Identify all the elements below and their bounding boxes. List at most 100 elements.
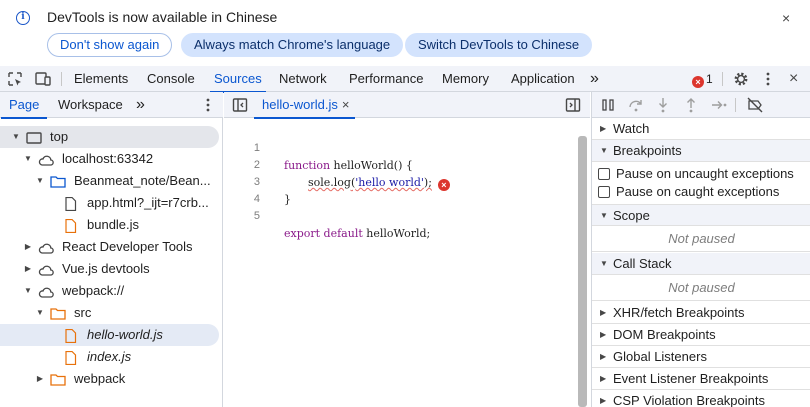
editor-tab-hello-world[interactable]: hello-world.js ×: [253, 92, 356, 119]
section-xhr-breakpoints[interactable]: ▶ XHR/fetch Breakpoints: [592, 302, 810, 324]
tree-item-hello-world-js[interactable]: hello-world.js: [0, 324, 219, 346]
infobar-close-icon[interactable]: ×: [782, 9, 790, 27]
expand-arrow-icon: ▼: [24, 286, 32, 295]
tab-elements[interactable]: Elements: [74, 66, 128, 92]
collapse-arrow-icon: ▶: [600, 352, 607, 361]
tab-page[interactable]: Page: [0, 92, 48, 119]
error-count: 1: [706, 72, 713, 86]
tree-item-webpack-folder[interactable]: ▶ webpack: [0, 368, 219, 390]
tree-item-label: Beanmeat_note/Bean...: [74, 173, 211, 188]
source-editor: hello-world.js × 1 function helloWorld() …: [224, 92, 590, 407]
settings-gear-icon[interactable]: [732, 70, 750, 88]
script-file-icon: [63, 350, 79, 366]
deactivate-breakpoints-icon[interactable]: [746, 96, 764, 114]
tab-console[interactable]: Console: [147, 66, 195, 92]
expand-arrow-icon: ▼: [600, 146, 608, 155]
dont-show-again-button[interactable]: Don't show again: [47, 33, 173, 57]
checkbox-label: Pause on uncaught exceptions: [616, 166, 794, 181]
tree-item-src-folder[interactable]: ▼ src: [0, 302, 219, 324]
section-breakpoints[interactable]: ▼ Breakpoints: [592, 140, 810, 162]
toggle-navigator-icon[interactable]: [231, 96, 249, 114]
section-event-listener-breakpoints[interactable]: ▶ Event Listener Breakpoints: [592, 368, 810, 390]
step-icon[interactable]: [710, 96, 728, 114]
section-call-stack[interactable]: ▼ Call Stack: [592, 253, 810, 275]
expand-arrow-icon: ▼: [600, 211, 608, 220]
tree-item-label: React Developer Tools: [62, 239, 193, 254]
editor-tab-close-icon[interactable]: ×: [342, 97, 350, 112]
pause-caught-row[interactable]: Pause on caught exceptions: [592, 183, 810, 201]
pause-uncaught-checkbox[interactable]: [598, 168, 610, 180]
navigator-more-icon[interactable]: »: [136, 92, 145, 118]
section-title: Call Stack: [613, 256, 672, 271]
kebab-menu-icon[interactable]: [759, 70, 777, 88]
tree-item-react-devtools[interactable]: ▶ React Developer Tools: [0, 236, 219, 258]
pause-caught-checkbox[interactable]: [598, 186, 610, 198]
code-keyword: export default: [284, 227, 363, 240]
language-infobar: i DevTools is now available in Chinese ×…: [0, 0, 810, 66]
tree-item-app-html[interactable]: app.html?_ijt=r7crb...: [0, 192, 219, 214]
code-line[interactable]: 1 function helloWorld() {: [224, 123, 576, 172]
section-title: Scope: [613, 208, 650, 223]
section-scope[interactable]: ▼ Scope: [592, 204, 810, 226]
tree-item-localhost[interactable]: ▼ localhost:63342: [0, 148, 219, 170]
cloud-icon: [38, 284, 54, 298]
tree-item-beanmeat-folder[interactable]: ▼ Beanmeat_note/Bean...: [0, 170, 219, 192]
debugger-toolbar-divider: [735, 98, 736, 112]
debugger-sidebar: ▶ Watch ▼ Breakpoints Pause on uncaught …: [591, 92, 810, 407]
toggle-debugger-icon[interactable]: [564, 96, 582, 114]
step-into-icon[interactable]: [654, 96, 672, 114]
tab-network[interactable]: Network: [279, 66, 327, 92]
tree-item-label: webpack: [74, 371, 126, 386]
pause-uncaught-row[interactable]: Pause on uncaught exceptions: [592, 165, 810, 183]
tab-memory[interactable]: Memory: [442, 66, 489, 92]
section-global-listeners[interactable]: ▶ Global Listeners: [592, 346, 810, 368]
tree-item-webpack-origin[interactable]: ▼ webpack://: [0, 280, 219, 302]
code-line[interactable]: 5 export default helloWorld;: [224, 191, 576, 240]
navigator-tabs: Page Workspace »: [0, 92, 223, 119]
main-toolbar: Elements Console Sources Network Perform…: [0, 66, 810, 93]
checkbox-label: Pause on caught exceptions: [616, 184, 780, 199]
switch-to-chinese-button[interactable]: Switch DevTools to Chinese: [405, 33, 593, 57]
code-rest: helloWorld;: [362, 227, 431, 240]
section-dom-breakpoints[interactable]: ▶ DOM Breakpoints: [592, 324, 810, 346]
section-watch[interactable]: ▶ Watch: [592, 118, 810, 140]
tree-item-index-js[interactable]: index.js: [0, 346, 219, 368]
line-number[interactable]: 5: [224, 208, 260, 225]
editor-scrollbar[interactable]: [578, 136, 587, 407]
tab-sources[interactable]: Sources: [210, 66, 266, 93]
section-title: Breakpoints: [613, 143, 682, 158]
code-text: export default helloWorld;: [284, 225, 430, 242]
script-file-icon: [63, 218, 79, 234]
cloud-icon: [38, 240, 54, 254]
expand-arrow-icon: ▼: [24, 154, 32, 163]
tab-application[interactable]: Application: [511, 66, 575, 92]
code-line[interactable]: 3 }: [224, 157, 576, 206]
code-line[interactable]: 4: [224, 174, 576, 205]
tab-workspace[interactable]: Workspace: [58, 92, 123, 118]
info-icon: i: [16, 11, 30, 25]
step-over-icon[interactable]: [627, 96, 645, 114]
section-title: XHR/fetch Breakpoints: [613, 305, 745, 320]
scope-status: Not paused: [592, 226, 810, 252]
code-line[interactable]: 2 sole.log('hello world'); ×: [224, 140, 576, 191]
collapse-arrow-icon: ▶: [600, 308, 607, 317]
pause-resume-icon[interactable]: [599, 96, 617, 114]
collapse-arrow-icon: ▶: [24, 242, 32, 251]
navigator-menu-icon[interactable]: [199, 96, 217, 114]
tab-performance[interactable]: Performance: [349, 66, 423, 92]
tree-item-bundle-js[interactable]: bundle.js: [0, 214, 219, 236]
collapse-arrow-icon: ▶: [36, 374, 44, 383]
device-toolbar-icon[interactable]: [34, 70, 52, 88]
more-tabs-icon[interactable]: »: [590, 66, 599, 92]
tree-item-label: Vue.js devtools: [62, 261, 150, 276]
tree-item-top[interactable]: ▼ top: [0, 126, 219, 148]
collapse-arrow-icon: ▶: [600, 330, 607, 339]
match-language-button[interactable]: Always match Chrome's language: [181, 33, 404, 57]
toolbar-divider-right: [722, 72, 723, 86]
error-count-badge[interactable]: × 1: [692, 71, 713, 88]
inspect-element-icon[interactable]: [6, 70, 24, 88]
close-devtools-icon[interactable]: ×: [789, 66, 798, 92]
step-out-icon[interactable]: [682, 96, 700, 114]
section-csp-violation-breakpoints[interactable]: ▶ CSP Violation Breakpoints: [592, 390, 810, 407]
tree-item-vue-devtools[interactable]: ▶ Vue.js devtools: [0, 258, 219, 280]
